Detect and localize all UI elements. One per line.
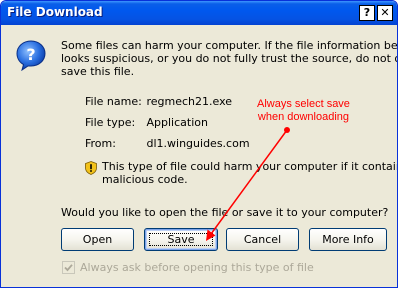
- help-button[interactable]: ?: [359, 5, 375, 21]
- dialog-body: ? Some files can harm your computer. If …: [1, 25, 397, 287]
- window-title: File Download: [7, 5, 103, 19]
- title-bar[interactable]: File Download ? ✕: [1, 1, 397, 25]
- annotation-arrow: [206, 127, 290, 241]
- close-button[interactable]: ✕: [377, 5, 393, 21]
- file-download-dialog: File Download ? ✕ ? Some files can harm …: [0, 0, 398, 288]
